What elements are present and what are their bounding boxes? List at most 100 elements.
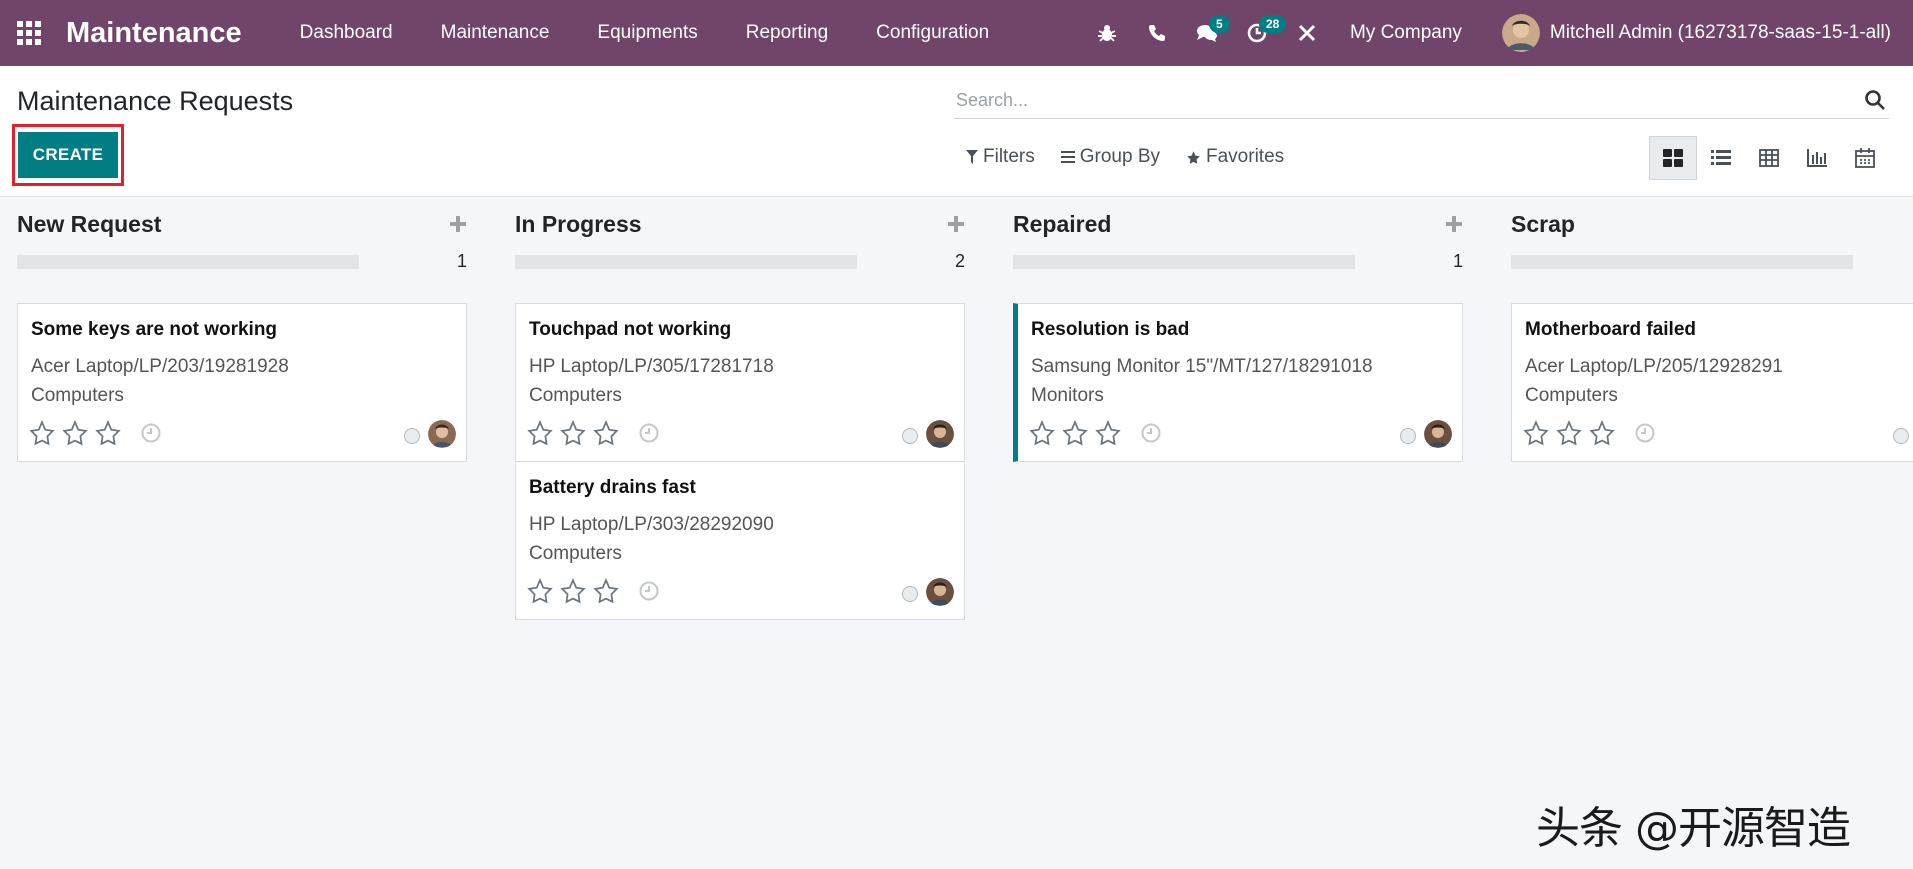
kanban-card[interactable]: Some keys are not working Acer Laptop/LP… bbox=[17, 303, 467, 462]
column-header: Scrap bbox=[1511, 211, 1913, 243]
star-outline-icon[interactable] bbox=[560, 578, 586, 604]
assignee-avatar bbox=[428, 420, 456, 448]
graph-view-button[interactable] bbox=[1793, 136, 1841, 180]
card-title: Some keys are not working bbox=[31, 319, 278, 340]
star-outline-icon[interactable] bbox=[1523, 420, 1549, 446]
star-outline-icon[interactable] bbox=[560, 420, 586, 446]
star-outline-icon[interactable] bbox=[95, 420, 121, 446]
activity-clock-icon[interactable]: 28 bbox=[1241, 13, 1287, 53]
assignee-avatar bbox=[926, 420, 954, 448]
column-title[interactable]: Repaired bbox=[1013, 211, 1111, 238]
column-header: Repaired bbox=[1013, 211, 1463, 243]
card-equipment: Samsung Monitor 15"/MT/127/18291018 bbox=[1031, 356, 1373, 377]
star-outline-icon[interactable] bbox=[593, 420, 619, 446]
activity-clock-icon[interactable] bbox=[638, 580, 660, 602]
column-progress-bar[interactable] bbox=[1511, 255, 1853, 269]
calendar-icon bbox=[1855, 148, 1875, 168]
group-by-label: Group By bbox=[1079, 146, 1160, 167]
favorites-dropdown[interactable]: Favorites bbox=[1186, 146, 1284, 168]
star-outline-icon[interactable] bbox=[1062, 420, 1088, 446]
filters-dropdown[interactable]: Filters bbox=[966, 146, 1035, 168]
menu-item-configuration[interactable]: Configuration bbox=[852, 22, 1013, 44]
card-equipment: HP Laptop/LP/303/28292090 bbox=[529, 514, 774, 535]
company-switcher[interactable]: My Company bbox=[1350, 22, 1462, 44]
column-title[interactable]: New Request bbox=[17, 211, 161, 238]
kanban-card[interactable]: Battery drains fast HP Laptop/LP/303/282… bbox=[515, 461, 965, 620]
menu-item-equipments[interactable]: Equipments bbox=[573, 22, 721, 44]
kanban-state-dot[interactable] bbox=[902, 586, 918, 602]
filters-label: Filters bbox=[983, 146, 1035, 167]
column-count: 1 bbox=[1452, 251, 1463, 271]
card-category: Monitors bbox=[1031, 385, 1104, 406]
kanban-card[interactable]: Touchpad not working HP Laptop/LP/305/17… bbox=[515, 303, 965, 462]
main-menu: Dashboard Maintenance Equipments Reporti… bbox=[276, 22, 1014, 44]
top-navbar: Maintenance Dashboard Maintenance Equipm… bbox=[0, 0, 1913, 66]
star-outline-icon[interactable] bbox=[1095, 420, 1121, 446]
systray: 5 28 My Company Mitchell Admin (16273178… bbox=[1082, 13, 1891, 53]
app-brand[interactable]: Maintenance bbox=[66, 17, 242, 50]
kanban-icon bbox=[1663, 149, 1683, 167]
activity-clock-icon[interactable] bbox=[638, 422, 660, 444]
chat-icon[interactable]: 5 bbox=[1191, 13, 1230, 53]
column-title[interactable]: Scrap bbox=[1511, 211, 1575, 238]
calendar-view-button[interactable] bbox=[1841, 136, 1889, 180]
kanban-card[interactable]: Motherboard failed Acer Laptop/LP/205/12… bbox=[1511, 303, 1913, 462]
messages-badge: 5 bbox=[1208, 15, 1230, 33]
graph-icon bbox=[1807, 149, 1827, 167]
star-icon bbox=[1187, 150, 1200, 164]
create-button[interactable]: CREATE bbox=[18, 132, 118, 178]
apps-grid-icon[interactable] bbox=[14, 18, 44, 48]
user-avatar bbox=[1501, 14, 1540, 52]
column-progress-bar[interactable] bbox=[515, 255, 857, 269]
pivot-view-button[interactable] bbox=[1745, 136, 1793, 180]
kanban-view-button[interactable] bbox=[1649, 136, 1697, 180]
view-switcher bbox=[1649, 136, 1889, 180]
user-menu[interactable]: Mitchell Admin (16273178-saas-15-1-all) bbox=[1501, 14, 1891, 52]
kanban-state-dot[interactable] bbox=[1893, 428, 1909, 444]
list-icon bbox=[1711, 150, 1731, 165]
menu-item-reporting[interactable]: Reporting bbox=[722, 22, 852, 44]
phone-icon[interactable] bbox=[1141, 13, 1173, 53]
star-outline-icon[interactable] bbox=[593, 578, 619, 604]
star-outline-icon[interactable] bbox=[1556, 420, 1582, 446]
activity-clock-icon[interactable] bbox=[140, 422, 162, 444]
control-panel: Maintenance Requests CREATE Filters Grou… bbox=[0, 66, 1913, 197]
column-progress-bar[interactable] bbox=[1013, 255, 1355, 269]
group-by-dropdown[interactable]: Group By bbox=[1060, 146, 1160, 168]
kanban-state-dot[interactable] bbox=[902, 428, 918, 444]
column-count: 1 bbox=[456, 251, 467, 271]
activities-badge: 28 bbox=[1258, 15, 1287, 33]
priority-stars bbox=[527, 420, 660, 446]
bug-icon[interactable] bbox=[1091, 13, 1123, 53]
star-outline-icon[interactable] bbox=[527, 578, 553, 604]
star-outline-icon[interactable] bbox=[29, 420, 55, 446]
menu-item-maintenance[interactable]: Maintenance bbox=[417, 22, 574, 44]
card-equipment: Acer Laptop/LP/205/12928291 bbox=[1525, 356, 1783, 377]
kanban-card[interactable]: Resolution is bad Samsung Monitor 15"/MT… bbox=[1013, 303, 1463, 462]
search-options: Filters Group By Favorites bbox=[966, 146, 1310, 168]
assignee-avatar bbox=[926, 578, 954, 606]
menu-item-dashboard[interactable]: Dashboard bbox=[276, 22, 417, 44]
star-outline-icon[interactable] bbox=[1029, 420, 1055, 446]
activity-clock-icon[interactable] bbox=[1140, 422, 1162, 444]
kanban-state-dot[interactable] bbox=[404, 428, 420, 444]
star-outline-icon[interactable] bbox=[527, 420, 553, 446]
search-icon[interactable] bbox=[1863, 88, 1887, 112]
plus-icon[interactable] bbox=[1445, 215, 1463, 233]
kanban-state-dot[interactable] bbox=[1400, 428, 1416, 444]
list-view-button[interactable] bbox=[1697, 136, 1745, 180]
star-outline-icon[interactable] bbox=[1589, 420, 1615, 446]
star-outline-icon[interactable] bbox=[62, 420, 88, 446]
search-input[interactable] bbox=[954, 88, 1863, 112]
activity-clock-icon[interactable] bbox=[1634, 422, 1656, 444]
priority-stars bbox=[527, 578, 660, 604]
plus-icon[interactable] bbox=[947, 215, 965, 233]
plus-icon[interactable] bbox=[449, 215, 467, 233]
column-title[interactable]: In Progress bbox=[515, 211, 642, 238]
card-title: Resolution is bad bbox=[1031, 319, 1190, 340]
card-category: Computers bbox=[1525, 385, 1618, 406]
tools-icon[interactable] bbox=[1291, 13, 1323, 53]
column-progress-bar[interactable] bbox=[17, 255, 359, 269]
card-category: Computers bbox=[529, 385, 622, 406]
user-name: Mitchell Admin (16273178-saas-15-1-all) bbox=[1549, 22, 1891, 43]
